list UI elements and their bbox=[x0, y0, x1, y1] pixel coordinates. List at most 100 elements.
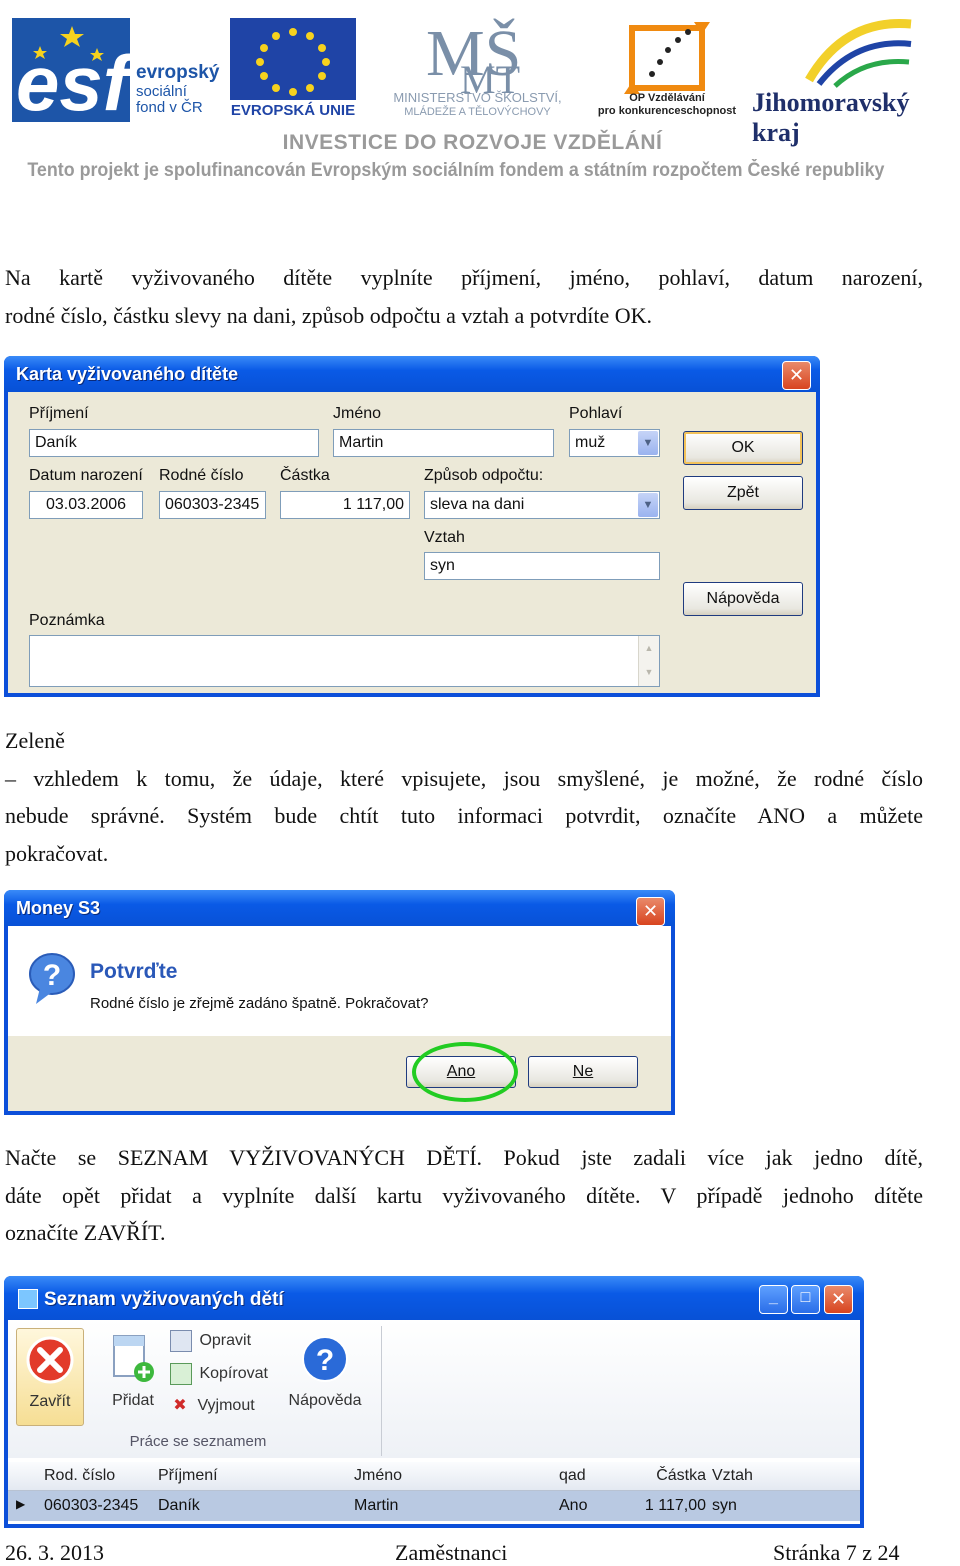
ok-button[interactable]: OK bbox=[683, 431, 803, 465]
chevron-down-icon[interactable]: ▼ bbox=[638, 431, 658, 455]
column-header[interactable]: Příjmení bbox=[158, 1467, 218, 1485]
seznam-window: Seznam vyživovaných dětí _ □ ✕ Zavřít Př… bbox=[4, 1276, 864, 1528]
msmt-logo: MŠ MT bbox=[426, 17, 521, 93]
money-heading: Potvrďte bbox=[90, 960, 178, 983]
close-icon[interactable]: ✕ bbox=[782, 361, 811, 390]
scroll-down-icon[interactable]: ▼ bbox=[639, 660, 659, 684]
footer-section: Zaměstnanci bbox=[395, 1540, 508, 1565]
header-logos: esf evropský sociální fond v ČR EVROPSKÁ… bbox=[0, 0, 960, 195]
cut-icon: ✖ bbox=[173, 1397, 187, 1414]
column-header[interactable]: Rod. číslo bbox=[44, 1467, 115, 1485]
jihomoravsky-logo bbox=[805, 18, 912, 88]
paragraph-1-line: rodné číslo, částku slevy na dani, způso… bbox=[5, 302, 653, 328]
scrollbar[interactable]: ▲ ▼ bbox=[638, 636, 659, 686]
column-header[interactable]: qad bbox=[559, 1467, 586, 1485]
add-document-icon bbox=[113, 1335, 154, 1382]
projekt-text: Tento projekt je spolufinancován Evropsk… bbox=[27, 160, 885, 181]
op-logo bbox=[624, 22, 710, 94]
label-jmeno: Jméno bbox=[333, 405, 382, 422]
edit-icon bbox=[170, 1330, 192, 1352]
chevron-down-icon[interactable]: ▼ bbox=[638, 493, 658, 517]
paragraph-2-line: nebude správné. Systém bude chtít tuto i… bbox=[5, 803, 923, 828]
napoveda-button[interactable]: Nápověda bbox=[683, 582, 803, 616]
ne-button[interactable]: Ne bbox=[528, 1056, 638, 1088]
label-rodne-cislo: Rodné číslo bbox=[159, 467, 244, 484]
castka-field[interactable]: 1 117,00 bbox=[280, 491, 410, 519]
footer-date: 26. 3. 2013 bbox=[5, 1540, 104, 1565]
vyjmout-button[interactable]: ✖ Vyjmout bbox=[170, 1396, 255, 1422]
seznam-body: Zavřít Přidat Opravit Kopírovat ✖ Vyjmou… bbox=[8, 1320, 860, 1524]
minimize-icon[interactable]: _ bbox=[759, 1285, 788, 1314]
toolbar-group-label: Práce se seznamem bbox=[129, 1433, 267, 1450]
svg-text:MT: MT bbox=[460, 57, 520, 93]
help-icon: ? bbox=[302, 1336, 348, 1382]
cell-qad: Ano bbox=[559, 1497, 588, 1514]
op-text-2: pro konkurenceschopnost bbox=[597, 105, 737, 117]
svg-text:esf: esf bbox=[16, 39, 136, 124]
cell-prijmeni: Daník bbox=[158, 1497, 200, 1514]
footer-page: Stránka 7 z 24 bbox=[773, 1540, 900, 1565]
zavrit-button[interactable]: Zavřít bbox=[16, 1328, 84, 1426]
karta-dialog: Karta vyživovaného dítěte ✕ Příjmení Jmé… bbox=[4, 356, 820, 697]
eu-flag-icon bbox=[230, 18, 356, 100]
vztah-field[interactable]: syn bbox=[424, 552, 660, 580]
pohlavi-select[interactable]: muž ▼ bbox=[569, 429, 660, 457]
paragraph-2-line: Zeleně bbox=[5, 728, 65, 753]
money-body: ? Potvrďte Rodné číslo je zřejmě zadáno … bbox=[8, 926, 671, 1111]
table-header: Rod. číslo Příjmení Jméno qad Částka Vzt… bbox=[8, 1462, 860, 1491]
scroll-up-icon[interactable]: ▲ bbox=[639, 636, 659, 660]
esf-text-3: fond v ČR bbox=[136, 99, 203, 116]
zpet-button[interactable]: Zpět bbox=[683, 476, 803, 510]
pridat-button[interactable]: Přidat bbox=[102, 1328, 164, 1424]
paragraph-2-line: pokračovat. bbox=[5, 840, 109, 866]
close-icon[interactable]: ✕ bbox=[636, 897, 665, 926]
kopirovat-button[interactable]: Kopírovat bbox=[170, 1363, 268, 1389]
kopirovat-label: Kopírovat bbox=[199, 1365, 268, 1382]
investice-text: INVESTICE DO ROZVOJE VZDĚLÁNÍ bbox=[282, 131, 663, 154]
karta-title: Karta vyživovaného dítěte bbox=[16, 364, 239, 384]
prijmeni-field[interactable]: Daník bbox=[29, 429, 319, 457]
column-header[interactable]: Vztah bbox=[712, 1467, 753, 1485]
poznamka-textarea[interactable]: ▲ ▼ bbox=[29, 635, 660, 687]
money-title: Money S3 bbox=[16, 898, 101, 918]
label-zpusob: Způsob odpočtu: bbox=[424, 467, 544, 484]
column-header[interactable]: Částka bbox=[628, 1467, 706, 1485]
svg-text:?: ? bbox=[43, 959, 61, 992]
row-pointer-icon: ▶ bbox=[16, 1497, 26, 1511]
label-pohlavi: Pohlaví bbox=[569, 405, 623, 422]
esf-text-2: sociální bbox=[136, 83, 187, 100]
cell-vztah: syn bbox=[712, 1497, 737, 1514]
money-message: Rodné číslo je zřejmě zadáno špatně. Pok… bbox=[90, 995, 429, 1012]
column-header[interactable]: Jméno bbox=[354, 1467, 402, 1485]
paragraph-3-line: označíte ZAVŘÍT. bbox=[5, 1220, 166, 1245]
pridat-label: Přidat bbox=[112, 1392, 154, 1409]
paragraph-2-line: – vzhledem k tomu, že údaje, které vpisu… bbox=[5, 765, 923, 791]
question-icon: ? bbox=[29, 953, 75, 1004]
napoveda-button[interactable]: ? Nápověda bbox=[280, 1328, 370, 1424]
datum-field[interactable]: 03.03.2006 bbox=[29, 491, 143, 519]
close-circle-icon bbox=[26, 1336, 74, 1384]
table-row[interactable]: ▶ 060303-2345 Daník Martin Ano 1 117,00 … bbox=[8, 1491, 860, 1521]
karta-body: Příjmení Jméno Pohlaví Daník Martin muž … bbox=[8, 392, 816, 693]
close-icon[interactable]: ✕ bbox=[824, 1285, 853, 1314]
label-prijmeni: Příjmení bbox=[29, 405, 89, 422]
opravit-label: Opravit bbox=[199, 1332, 252, 1349]
zpusob-select[interactable]: sleva na dani ▼ bbox=[424, 491, 660, 519]
maximize-icon[interactable]: □ bbox=[791, 1285, 820, 1314]
zpusob-value: sleva na dani bbox=[430, 496, 525, 513]
rodne-cislo-field[interactable]: 060303-2345 bbox=[159, 491, 266, 519]
cell-rodne-cislo: 060303-2345 bbox=[44, 1497, 139, 1514]
toolbar-divider bbox=[381, 1326, 382, 1456]
cell-castka: 1 117,00 bbox=[644, 1497, 706, 1514]
opravit-button[interactable]: Opravit bbox=[170, 1330, 251, 1356]
paragraph-3: Načte se SEZNAM VYŽIVOVANÝCH DĚTÍ. Pokud… bbox=[5, 1139, 923, 1252]
esf-text-1: evropský bbox=[136, 62, 220, 83]
svg-text:?: ? bbox=[316, 1344, 334, 1377]
op-text-1: OP Vzdělávání bbox=[629, 92, 705, 104]
vyjmout-label: Vyjmout bbox=[197, 1397, 255, 1414]
jmeno-field[interactable]: Martin bbox=[333, 429, 554, 457]
paragraph-2: Zeleně – vzhledem k tomu, že údaje, kter… bbox=[5, 722, 923, 872]
eu-text: EVROPSKÁ UNIE bbox=[230, 102, 356, 119]
highlight-circle bbox=[412, 1042, 518, 1102]
money-dialog: Money S3 ✕ ? Potvrďte Rodné číslo je zře… bbox=[4, 890, 675, 1115]
